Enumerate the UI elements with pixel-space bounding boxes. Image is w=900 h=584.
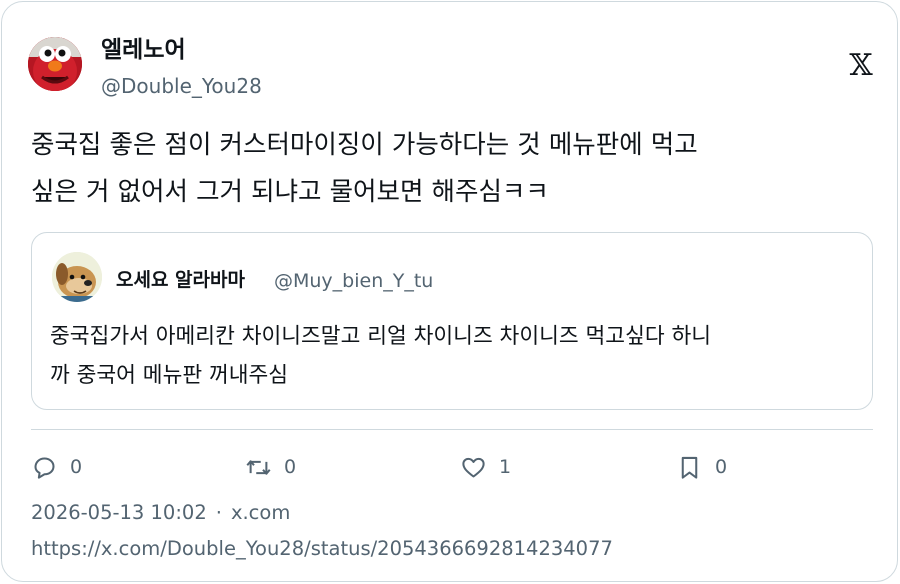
quoted-tweet-text: 중국집가서 아메리칸 차이니즈말고 리얼 차이니즈 차이니즈 먹고싶다 하니 까…	[50, 324, 712, 388]
reply-button[interactable]: 0	[31, 450, 82, 484]
retweet-icon	[246, 459, 271, 475]
tweet-url[interactable]: https://x.com/Double_You28/status/205436…	[31, 534, 613, 564]
tweet-source[interactable]: x.com	[231, 501, 290, 524]
tweet-datetime[interactable]: 2026-05-13 10:02	[31, 501, 207, 524]
quoted-author-avatar[interactable]	[52, 252, 102, 302]
bookmark-count: 0	[715, 456, 728, 478]
heart-icon	[462, 457, 485, 478]
reply-count: 0	[70, 456, 83, 478]
red-puppet-avatar-icon	[28, 37, 82, 91]
tweet-card: 엘레노어 @Double_You28 𝕏 중국집 좋은 점이 커스터마이징이 가…	[1, 1, 898, 582]
quoted-tweet[interactable]: 오세요 알라바마 @Muy_bien_Y_tu 중국집가서 아메리칸 차이니즈말…	[31, 232, 873, 410]
author-handle[interactable]: @Double_You28	[101, 72, 262, 100]
cartoon-dog-avatar-icon	[52, 252, 102, 302]
bookmark-icon	[681, 456, 698, 479]
author-avatar[interactable]	[28, 37, 82, 91]
tweet-text: 중국집 좋은 점이 커스터마이징이 가능하다는 것 메뉴판에 먹고 싶은 거 없…	[31, 130, 698, 207]
quoted-author-handle[interactable]: @Muy_bien_Y_tu	[274, 268, 433, 294]
like-button[interactable]: 1	[460, 450, 511, 484]
like-count: 1	[499, 456, 512, 478]
bookmark-button[interactable]: 0	[676, 450, 727, 484]
author-name[interactable]: 엘레노어	[101, 35, 186, 65]
quoted-author-name[interactable]: 오세요 알라바마	[116, 267, 245, 293]
divider	[31, 429, 873, 430]
reply-icon	[34, 456, 55, 479]
meta-separator: ·	[215, 501, 222, 524]
tweet-meta: 2026-05-13 10:02 · x.com	[31, 498, 290, 528]
retweet-count: 0	[284, 456, 297, 478]
x-logo-icon[interactable]: 𝕏	[848, 51, 874, 81]
retweet-button[interactable]: 0	[245, 450, 296, 484]
